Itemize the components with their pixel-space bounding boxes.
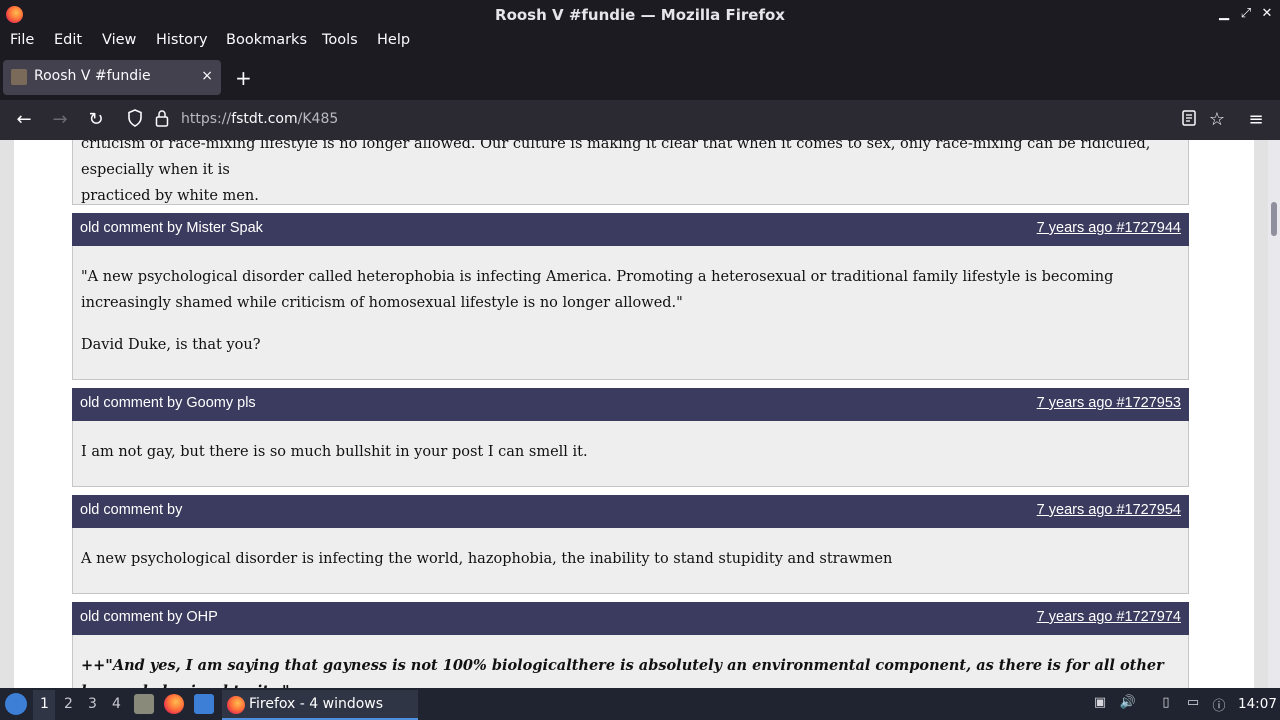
comment-paragraph: ++"And yes, I am saying that gayness is … [81, 657, 1164, 688]
comment-permalink[interactable]: 7 years ago #1727954 [1037, 502, 1181, 518]
site-favicon-icon [11, 69, 27, 85]
file-manager-icon[interactable] [134, 694, 154, 714]
window-titlebar: Roosh V #fundie — Mozilla Firefox ▁ ⤢ ✕ [0, 0, 1280, 29]
menu-bar: File Edit View History Bookmarks Tools H… [0, 29, 1280, 54]
comment-header: old comment by 7 years ago #1727954 [72, 495, 1189, 528]
menu-edit[interactable]: Edit [54, 32, 82, 48]
comment-permalink[interactable]: 7 years ago #1727974 [1037, 609, 1181, 625]
comment-body-partial: criticism of race-mixing lifestyle is no… [72, 140, 1189, 205]
back-arrow-icon[interactable]: ← [13, 109, 35, 131]
comment-header: old comment by Mister Spak 7 years ago #… [72, 213, 1189, 246]
comment-header: old comment by Goomy pls 7 years ago #17… [72, 388, 1189, 421]
hamburger-menu-icon[interactable]: ≡ [1245, 109, 1267, 131]
url-prefix: https:// [181, 111, 232, 127]
vertical-scrollbar[interactable] [1268, 140, 1280, 688]
comment-author: old comment by Goomy pls [80, 395, 256, 411]
comment-author: old comment by OHP [80, 609, 218, 625]
menu-history[interactable]: History [156, 32, 208, 48]
comment-body: ++"And yes, I am saying that gayness is … [72, 635, 1189, 688]
workspace-4[interactable]: 4 [112, 696, 121, 712]
comment-body: "A new psychological disorder called het… [72, 246, 1189, 380]
forward-arrow-icon[interactable]: → [49, 109, 71, 131]
reader-view-icon[interactable] [1178, 109, 1200, 131]
menu-file[interactable]: File [10, 32, 34, 48]
comment-paragraph: David Duke, is that you? [81, 337, 261, 353]
comment-permalink[interactable]: 7 years ago #1727953 [1037, 395, 1181, 411]
clock: 14:07 [1238, 696, 1277, 712]
url-bar[interactable]: https://fstdt.com/K485 [181, 111, 338, 127]
lock-icon[interactable] [151, 109, 173, 131]
comment-author: old comment by Mister Spak [80, 220, 263, 236]
url-path: /K485 [297, 111, 339, 127]
desktop-taskbar: 1 2 3 4 Firefox - 4 windows ▣ 🔊 ▯ ▭ ⓘ 14… [0, 688, 1280, 720]
url-domain: fstdt.com [231, 111, 298, 127]
close-tab-icon[interactable]: × [201, 68, 213, 84]
menu-bookmarks[interactable]: Bookmarks [226, 32, 307, 48]
new-tab-icon[interactable]: + [235, 66, 252, 90]
workspace-2[interactable]: 2 [64, 696, 73, 712]
minimize-icon[interactable]: ▁ [1215, 5, 1233, 23]
menu-view[interactable]: View [102, 32, 136, 48]
tab-roosh-v[interactable]: Roosh V #fundie × [3, 60, 221, 95]
taskbar-firefox-item[interactable]: Firefox - 4 windows [222, 690, 418, 720]
start-menu-icon[interactable] [5, 693, 27, 715]
comment-body: A new psychological disorder is infectin… [72, 528, 1189, 594]
workspace-1[interactable]: 1 [40, 696, 49, 712]
firefox-icon [227, 696, 245, 714]
comment-body: I am not gay, but there is so much bulls… [72, 421, 1189, 487]
comment-header: old comment by OHP 7 years ago #1727974 [72, 602, 1189, 635]
tab-bar: Roosh V #fundie × + [0, 54, 1280, 100]
tab-title: Roosh V #fundie [34, 68, 151, 84]
workspace-3[interactable]: 3 [88, 696, 97, 712]
comment-author: old comment by [80, 502, 183, 518]
reload-icon[interactable]: ↻ [85, 109, 107, 131]
menu-tools[interactable]: Tools [322, 32, 358, 48]
comment-paragraph: "A new psychological disorder called het… [81, 269, 1114, 311]
taskbar-item-label: Firefox - 4 windows [249, 696, 384, 712]
menu-help[interactable]: Help [377, 32, 410, 48]
notification-icon[interactable]: ⓘ [1210, 695, 1228, 714]
close-window-icon[interactable]: ✕ [1258, 5, 1276, 23]
comment-permalink[interactable]: 7 years ago #1727944 [1037, 220, 1181, 236]
shield-icon[interactable] [124, 109, 146, 131]
bookmark-star-icon[interactable]: ☆ [1206, 109, 1228, 131]
volume-icon[interactable]: 🔊 [1119, 695, 1137, 713]
maximize-icon[interactable]: ⤢ [1237, 5, 1255, 23]
firefox-launcher-icon[interactable] [164, 694, 184, 714]
clipboard-icon[interactable]: ▯ [1157, 695, 1175, 713]
window-title: Roosh V #fundie — Mozilla Firefox [495, 6, 785, 24]
comment-paragraph: A new psychological disorder is infectin… [81, 551, 893, 567]
navigation-toolbar: ← → ↻ https://fstdt.com/K485 ☆ ≡ [0, 100, 1280, 140]
desktop-icon[interactable] [194, 694, 214, 714]
partial-line-2: practiced by white men. [81, 188, 259, 204]
tray-update-icon[interactable]: ▣ [1091, 695, 1109, 713]
display-icon[interactable]: ▭ [1184, 695, 1202, 713]
partial-line-1: criticism of race-mixing lifestyle is no… [81, 140, 1151, 178]
page-viewport: criticism of race-mixing lifestyle is no… [0, 140, 1280, 688]
comment-paragraph: I am not gay, but there is so much bulls… [81, 444, 588, 460]
scrollbar-thumb[interactable] [1271, 202, 1277, 236]
